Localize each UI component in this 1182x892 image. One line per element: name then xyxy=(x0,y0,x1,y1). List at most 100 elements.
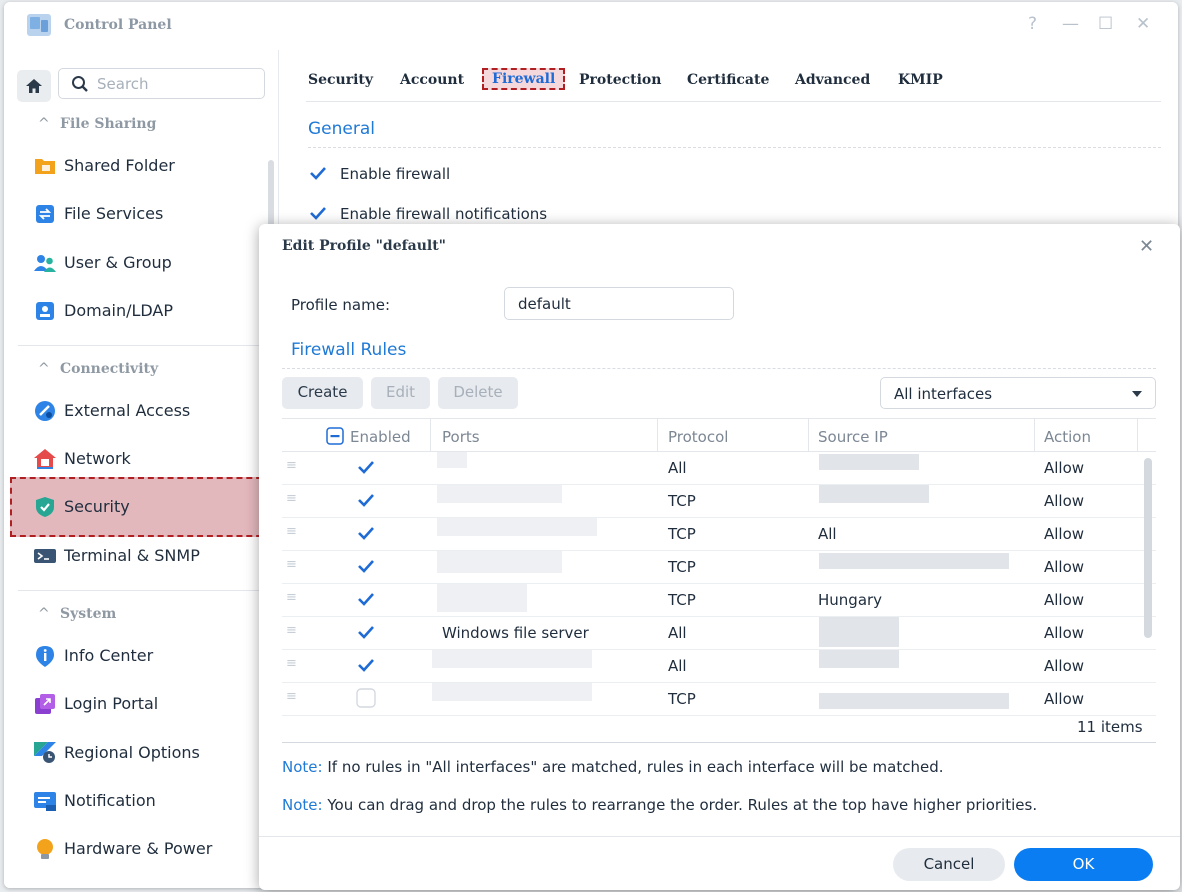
rule-enabled-checkbox[interactable] xyxy=(356,556,376,576)
maximize-icon[interactable]: ☐ xyxy=(1098,14,1113,34)
group-file-sharing[interactable]: ^ File Sharing xyxy=(38,116,156,132)
rule-action: Allow xyxy=(1044,657,1085,675)
section-divider xyxy=(308,147,1161,148)
select-all-checkbox[interactable] xyxy=(326,427,344,445)
drag-handle-icon[interactable]: ≡ xyxy=(286,458,297,473)
table-row[interactable]: ≡ All Allow xyxy=(282,650,1156,683)
group-connectivity[interactable]: ^ Connectivity xyxy=(38,361,158,377)
sidebar-item-external-access[interactable]: External Access xyxy=(14,388,269,434)
sidebar-item-network[interactable]: Network xyxy=(14,436,269,482)
grid-scrollbar[interactable] xyxy=(1144,458,1152,638)
minimize-icon[interactable]: — xyxy=(1062,14,1079,34)
drag-handle-icon[interactable]: ≡ xyxy=(286,491,297,506)
tab-advanced[interactable]: Advanced xyxy=(795,72,870,88)
sidebar-divider xyxy=(18,590,268,591)
rule-action: Allow xyxy=(1044,459,1085,477)
drag-handle-icon[interactable]: ≡ xyxy=(286,656,297,671)
dialog-footer: Cancel OK xyxy=(259,836,1180,890)
rule-enabled-checkbox[interactable] xyxy=(356,490,376,510)
edit-button[interactable]: Edit xyxy=(371,377,430,409)
rule-enabled-checkbox[interactable] xyxy=(356,622,376,642)
drag-handle-icon[interactable]: ≡ xyxy=(286,557,297,572)
enable-firewall-checkbox[interactable] xyxy=(308,163,328,183)
column-protocol[interactable]: Protocol xyxy=(668,428,728,446)
tab-certificate[interactable]: Certificate xyxy=(687,72,769,88)
firewall-rules-grid: Enabled Ports Protocol Source IP Action … xyxy=(282,418,1156,743)
table-row[interactable]: ≡ Windows file server All Allow xyxy=(282,617,1156,650)
tab-firewall[interactable]: Firewall xyxy=(482,68,566,90)
close-icon[interactable]: ✕ xyxy=(1136,14,1150,34)
sidebar-item-info-center[interactable]: Info Center xyxy=(14,633,269,679)
enable-firewall-label: Enable firewall xyxy=(340,165,451,183)
tab-kmip[interactable]: KMIP xyxy=(898,72,943,88)
enable-notifications-checkbox[interactable] xyxy=(308,203,328,223)
sidebar-item-regional-options[interactable]: Regional Options xyxy=(14,730,269,776)
drag-handle-icon[interactable]: ≡ xyxy=(286,623,297,638)
rule-enabled-checkbox[interactable] xyxy=(356,655,376,675)
note-priority: Note: You can drag and drop the rules to… xyxy=(282,796,1038,814)
tab-account[interactable]: Account xyxy=(400,72,464,88)
table-row[interactable]: ≡ TCP Allow xyxy=(282,551,1156,584)
users-icon xyxy=(34,255,56,272)
interface-select[interactable]: All interfaces xyxy=(880,377,1156,409)
chevron-down-icon xyxy=(1132,391,1142,397)
tab-security[interactable]: Security xyxy=(308,72,373,88)
drag-handle-icon[interactable]: ≡ xyxy=(286,689,297,704)
sidebar-item-user-group[interactable]: User & Group xyxy=(14,240,269,286)
rule-protocol: All xyxy=(668,657,687,675)
terminal-icon xyxy=(34,549,56,563)
column-ports[interactable]: Ports xyxy=(442,428,480,446)
table-row[interactable]: ≡ TCP Allow xyxy=(282,485,1156,518)
search-input[interactable]: Search xyxy=(58,68,265,99)
table-row[interactable]: ≡ All Allow xyxy=(282,452,1156,485)
rule-action: Allow xyxy=(1044,558,1085,576)
column-enabled[interactable]: Enabled xyxy=(350,428,411,446)
sidebar-item-terminal-snmp[interactable]: Terminal & SNMP xyxy=(14,533,269,579)
drag-handle-icon[interactable]: ≡ xyxy=(286,524,297,539)
rule-action: Allow xyxy=(1044,525,1085,543)
security-tabs: Security Account Firewall Protection Cer… xyxy=(306,50,1161,102)
group-system[interactable]: ^ System xyxy=(38,606,116,622)
table-row[interactable]: ≡ TCP Allow xyxy=(282,683,1156,716)
sidebar-item-notification[interactable]: Notification xyxy=(14,778,269,824)
profile-name-label: Profile name: xyxy=(291,296,391,314)
domain-icon xyxy=(36,302,54,320)
globe-link-icon xyxy=(35,401,55,421)
home-button[interactable] xyxy=(17,70,51,102)
drag-handle-icon[interactable]: ≡ xyxy=(286,590,297,605)
profile-name-input[interactable]: default xyxy=(504,287,734,320)
redacted-ports xyxy=(522,485,562,503)
help-icon[interactable]: ? xyxy=(1028,14,1037,34)
dialog-close-icon[interactable]: ✕ xyxy=(1139,236,1154,257)
table-row[interactable]: ≡ TCP All Allow xyxy=(282,518,1156,551)
rule-protocol: TCP xyxy=(668,492,696,510)
rule-enabled-checkbox[interactable] xyxy=(356,523,376,543)
column-source-ip[interactable]: Source IP xyxy=(818,428,888,446)
sidebar-item-security[interactable]: Security xyxy=(10,477,272,537)
sidebar-item-shared-folder[interactable]: Shared Folder xyxy=(14,143,269,189)
delete-button[interactable]: Delete xyxy=(438,377,518,409)
section-divider xyxy=(282,368,1156,369)
sidebar-item-file-services[interactable]: File Services xyxy=(14,191,269,237)
sidebar-item-hardware-power[interactable]: Hardware & Power xyxy=(14,826,269,872)
tab-protection[interactable]: Protection xyxy=(579,72,661,88)
rule-enabled-checkbox[interactable] xyxy=(356,457,376,477)
table-row[interactable]: ≡ TCP Hungary Allow xyxy=(282,584,1156,617)
rule-protocol: All xyxy=(668,459,687,477)
redacted-ports xyxy=(432,683,592,701)
redacted-source-ip xyxy=(819,693,1009,709)
create-button[interactable]: Create xyxy=(282,377,363,409)
file-services-icon xyxy=(36,205,54,223)
column-separator xyxy=(1034,419,1035,452)
sidebar-item-login-portal[interactable]: Login Portal xyxy=(14,681,269,727)
rule-protocol: TCP xyxy=(668,690,696,708)
sidebar-item-domain-ldap[interactable]: Domain/LDAP xyxy=(14,288,269,334)
rule-action: Allow xyxy=(1044,591,1085,609)
bulb-icon xyxy=(37,839,53,859)
column-action[interactable]: Action xyxy=(1044,428,1091,446)
ok-button[interactable]: OK xyxy=(1014,848,1153,881)
rule-enabled-checkbox[interactable] xyxy=(356,589,376,609)
cancel-button[interactable]: Cancel xyxy=(893,848,1005,881)
rule-enabled-checkbox[interactable] xyxy=(356,688,376,708)
control-panel-app-icon xyxy=(27,14,51,36)
